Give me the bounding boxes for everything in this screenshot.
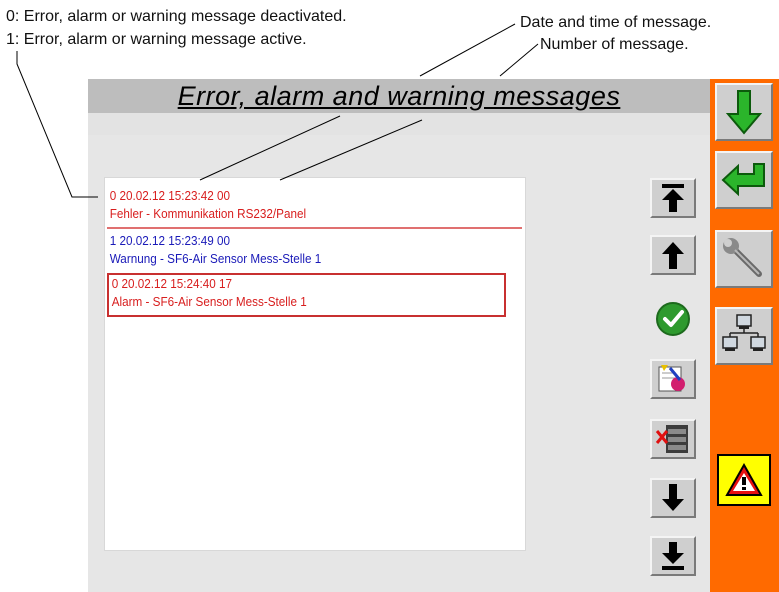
return-button[interactable] — [715, 151, 773, 209]
acknowledge-button[interactable] — [650, 299, 696, 339]
exit-down-button[interactable] — [715, 83, 773, 141]
message-number-callout-text: Number of message. — [540, 36, 689, 53]
message-item-warning[interactable]: 1 20.02.12 15:23:49 00 Warnung - SF6-Air… — [107, 232, 522, 272]
wrench-icon — [723, 238, 762, 277]
page-title: Error, alarm and warning messages — [177, 81, 621, 111]
scroll-top-button[interactable] — [650, 178, 696, 218]
warning-triangle-icon — [725, 462, 763, 496]
network-icon — [722, 314, 766, 351]
scroll-bottom-button[interactable] — [650, 536, 696, 576]
message-text: Fehler - Kommunikation RS232/Panel — [109, 206, 307, 221]
date-time-callout-text: Date and time of message. — [520, 14, 712, 31]
message-item-error[interactable]: 0 20.02.12 15:23:42 00 Fehler - Kommunik… — [107, 187, 522, 229]
message-header: 1 20.02.12 15:23:49 00 — [109, 233, 231, 248]
hmi-panel: Error, alarm and warning messages 0 20.0… — [88, 79, 710, 592]
delete-archive-button[interactable] — [650, 419, 696, 459]
right-sidebar — [710, 79, 779, 592]
scroll-up-icon — [662, 242, 684, 269]
message-text: Alarm - SF6-Air Sensor Mess-Stelle 1 — [111, 294, 307, 309]
message-header: 0 20.02.12 15:24:40 17 — [111, 276, 233, 291]
scroll-up-button[interactable] — [650, 235, 696, 275]
legend-active-text: 1: Error, alarm or warning message activ… — [6, 31, 307, 48]
title-bar: Error, alarm and warning messages — [88, 79, 710, 113]
settings-button[interactable] — [715, 230, 773, 288]
green-return-arrow-icon — [721, 163, 765, 197]
delete-archive-icon — [655, 425, 688, 453]
edit-note-icon — [658, 365, 685, 392]
sub-bar — [88, 113, 710, 135]
scroll-top-icon — [662, 184, 684, 212]
message-text: Warnung - SF6-Air Sensor Mess-Stelle 1 — [109, 251, 322, 266]
message-item-alarm-selected[interactable]: 0 20.02.12 15:24:40 17 Alarm - SF6-Air S… — [107, 273, 506, 317]
message-list[interactable]: 0 20.02.12 15:23:42 00 Fehler - Kommunik… — [104, 177, 526, 551]
acknowledge-check-icon — [656, 302, 690, 336]
scroll-down-button[interactable] — [650, 478, 696, 518]
green-down-arrow-icon — [725, 90, 763, 135]
scroll-down-icon — [662, 484, 684, 511]
scroll-bottom-icon — [662, 542, 684, 570]
legend-deactivated-text: 0: Error, alarm or warning message deact… — [6, 8, 347, 25]
network-button[interactable] — [715, 307, 773, 365]
message-header: 0 20.02.12 15:23:42 00 — [109, 188, 231, 203]
warning-button[interactable] — [717, 454, 771, 506]
edit-note-button[interactable] — [650, 359, 696, 399]
